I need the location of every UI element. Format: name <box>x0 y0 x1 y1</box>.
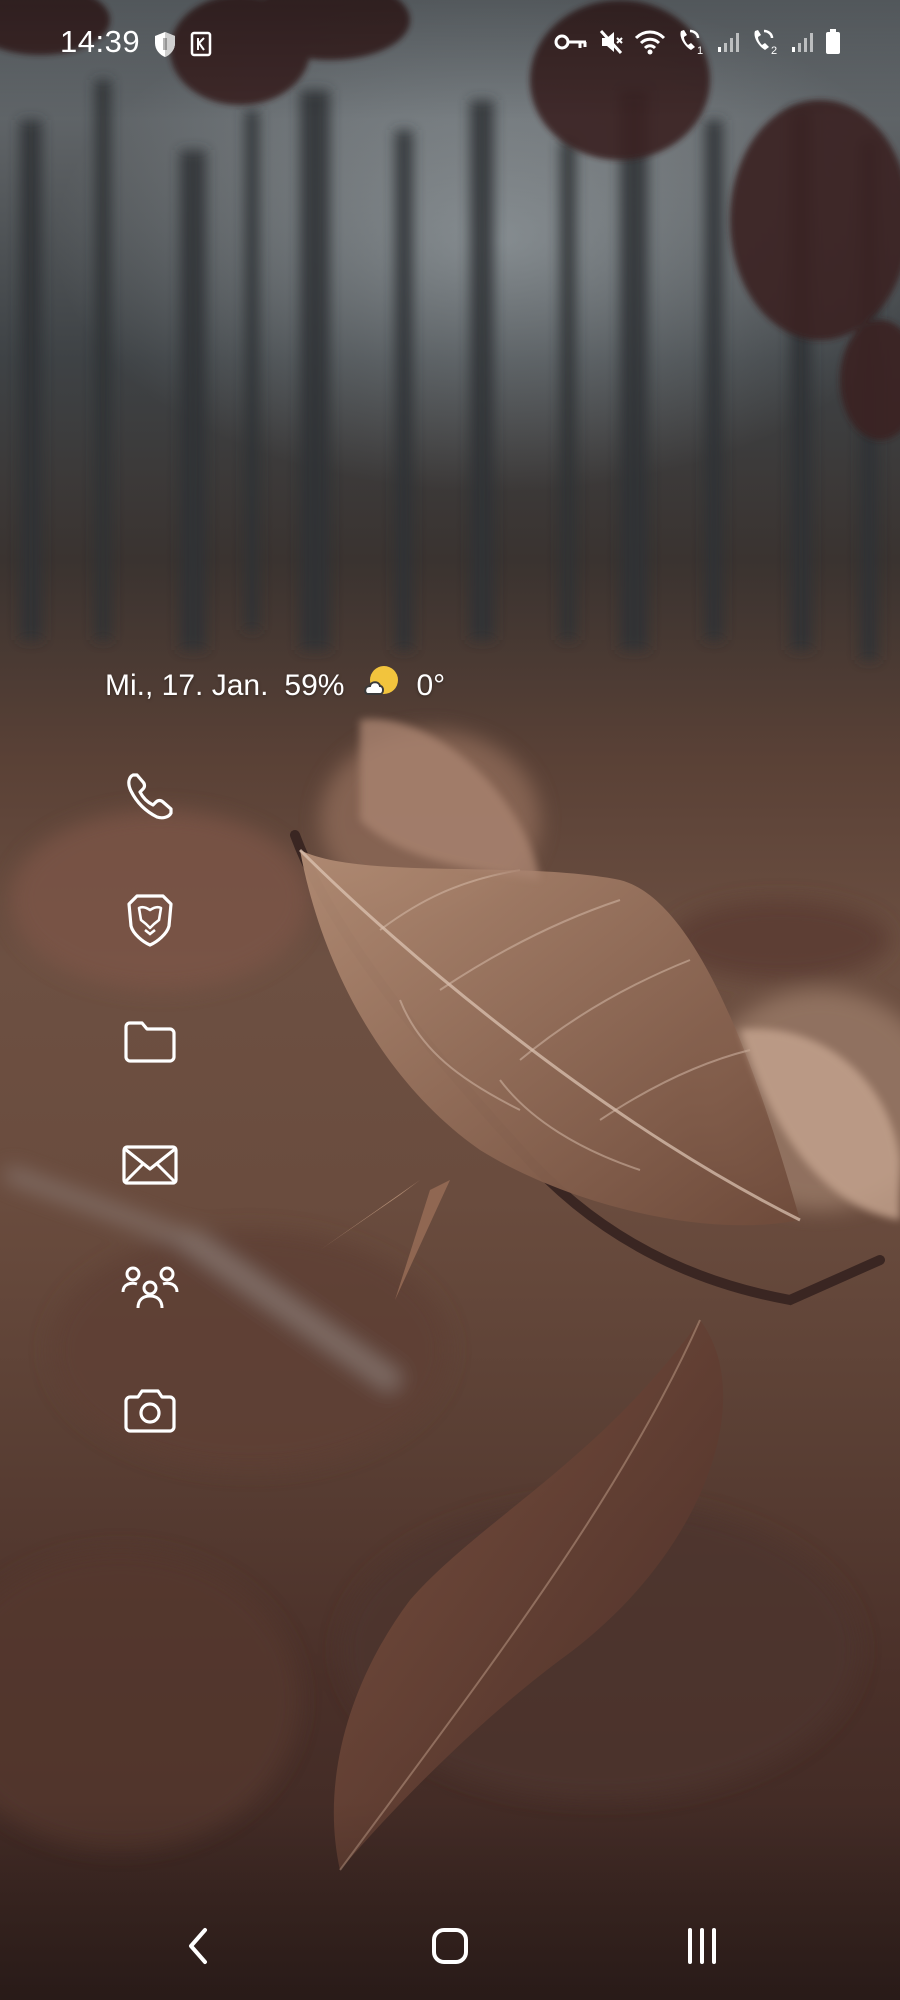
signal-icon <box>790 30 814 54</box>
app-brave[interactable] <box>118 887 182 951</box>
partly-cloudy-icon <box>362 664 402 708</box>
home-icon <box>430 1926 470 1971</box>
status-time: 14:39 <box>60 24 141 59</box>
wifi-icon <box>634 29 666 55</box>
vpn-key-icon <box>554 31 588 53</box>
date-label: Mi., 17. Jan. <box>105 669 269 702</box>
home-screen: 14:39 1 2 Mi., 17. Jan. 59% 0° <box>0 0 900 2000</box>
status-bar: 14:39 1 2 <box>0 0 900 90</box>
back-button[interactable] <box>158 1920 238 1976</box>
mute-icon <box>598 28 624 56</box>
signal-icon <box>716 30 740 54</box>
app-mail[interactable] <box>118 1133 182 1197</box>
battery-icon <box>824 28 842 56</box>
camera-icon <box>122 1387 178 1435</box>
status-right-icons: 1 2 <box>554 28 842 56</box>
chevron-left-icon <box>183 1926 213 1971</box>
folder-icon <box>122 1019 178 1065</box>
app-shortcut-list <box>118 764 182 1502</box>
k-badge-icon <box>190 31 212 57</box>
app-contacts[interactable] <box>118 1256 182 1320</box>
svg-text:1: 1 <box>697 45 703 56</box>
recents-icon <box>682 1926 722 1971</box>
svg-text:2: 2 <box>771 45 777 56</box>
recents-button[interactable] <box>662 1920 742 1976</box>
group-icon <box>121 1264 179 1312</box>
call-sim1-icon: 1 <box>676 28 706 56</box>
app-camera[interactable] <box>118 1379 182 1443</box>
battery-percent: 59% <box>284 669 345 702</box>
shield-icon <box>152 30 178 58</box>
status-left-icons <box>152 30 212 58</box>
phone-icon <box>123 769 177 823</box>
app-files[interactable] <box>118 1010 182 1074</box>
lion-icon <box>123 890 177 948</box>
mail-icon <box>121 1144 179 1186</box>
app-phone[interactable] <box>118 764 182 828</box>
temperature-label: 0° <box>416 669 446 702</box>
date-weather-widget[interactable]: Mi., 17. Jan. 59% 0° <box>105 664 445 708</box>
navigation-bar <box>0 1900 900 2000</box>
call-sim2-icon: 2 <box>750 28 780 56</box>
home-button[interactable] <box>410 1920 490 1976</box>
